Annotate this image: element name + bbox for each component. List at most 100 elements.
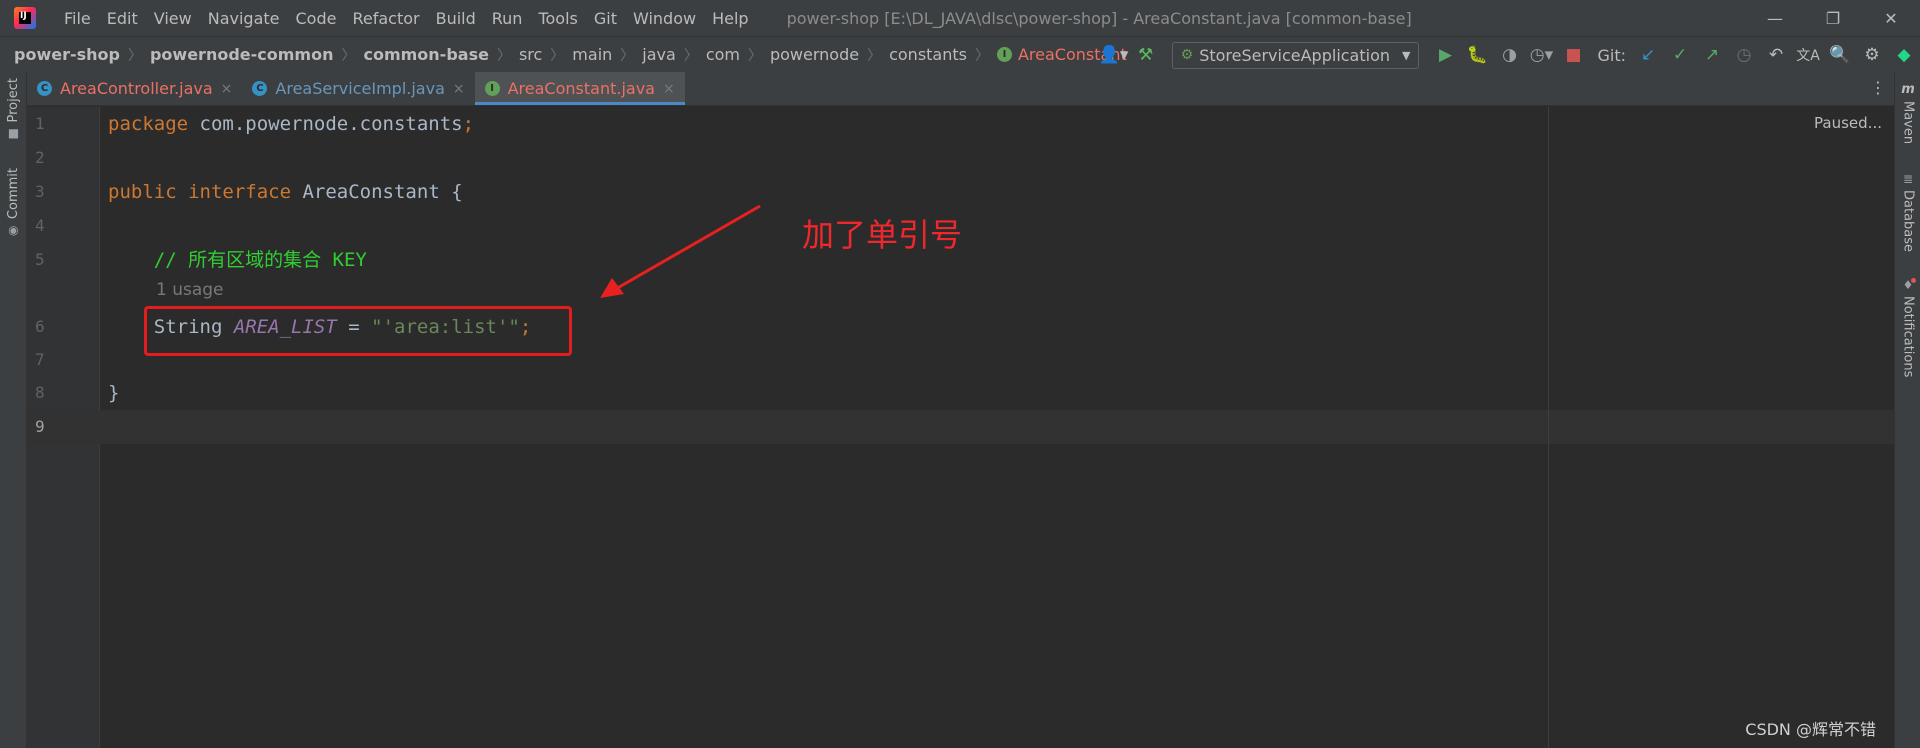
- breadcrumb-module-parent[interactable]: powernode-common: [150, 45, 334, 64]
- code-line-3: public interface AreaConstant {: [108, 175, 463, 209]
- profile-icon[interactable]: ◷▾: [1525, 39, 1557, 71]
- commit-icon: ◉: [8, 223, 19, 238]
- menu-build[interactable]: Build: [428, 9, 484, 28]
- git-label: Git:: [1597, 45, 1626, 65]
- breadcrumb-main[interactable]: main: [572, 45, 612, 64]
- breadcrumb-separator: 〉: [974, 47, 989, 64]
- git-push-icon[interactable]: ↗: [1696, 39, 1728, 71]
- git-update-icon[interactable]: ↙: [1632, 39, 1664, 71]
- usage-hint[interactable]: 1 usage: [156, 280, 224, 300]
- menu-git[interactable]: Git: [586, 9, 625, 28]
- main-menu: File Edit View Navigate Code Refactor Bu…: [56, 9, 757, 28]
- menu-file[interactable]: File: [56, 9, 99, 28]
- interface-icon: I: [484, 81, 500, 96]
- line-number: 7: [35, 350, 45, 369]
- title-bar: IJ File Edit View Navigate Code Refactor…: [0, 0, 1920, 36]
- arrow-shaft: [613, 204, 761, 292]
- menu-edit[interactable]: Edit: [99, 9, 146, 28]
- line-number: 1: [35, 114, 45, 133]
- user-icon[interactable]: 👤▾: [1098, 39, 1130, 71]
- menu-refactor[interactable]: Refactor: [344, 9, 427, 28]
- class-icon: C: [252, 81, 268, 96]
- database-icon: ≣: [1902, 172, 1914, 186]
- window-title: power-shop [E:\DL_JAVA\dlsc\power-shop] …: [786, 8, 1412, 28]
- minimize-button[interactable]: —: [1746, 0, 1804, 36]
- rollback-icon[interactable]: ↶: [1760, 39, 1792, 71]
- keyword: interface: [188, 181, 292, 203]
- close-icon[interactable]: ×: [453, 81, 465, 97]
- tool-window-notifications[interactable]: ♦ Notifications: [1895, 278, 1920, 377]
- breadcrumb-powernode[interactable]: powernode: [770, 45, 859, 64]
- breadcrumb-separator: 〉: [683, 47, 698, 64]
- interface-name: AreaConstant {: [291, 181, 463, 203]
- tool-window-label: Maven: [1900, 101, 1916, 145]
- breadcrumb-java[interactable]: java: [642, 45, 676, 64]
- build-hammer-icon[interactable]: ⚒: [1130, 39, 1162, 71]
- class-icon: C: [37, 81, 52, 96]
- git-commit-icon[interactable]: ✓: [1664, 39, 1696, 71]
- jetbrains-icon[interactable]: ◆: [1888, 39, 1920, 71]
- spring-boot-icon: ⚙: [1180, 47, 1194, 63]
- breadcrumb-separator: 〉: [127, 47, 142, 64]
- more-options-icon[interactable]: ⋮: [1870, 78, 1886, 97]
- notification-dot: [1911, 278, 1917, 283]
- tool-window-project[interactable]: Project ■: [0, 78, 27, 140]
- menu-window[interactable]: Window: [625, 9, 704, 28]
- breadcrumb-com[interactable]: com: [706, 45, 740, 64]
- breadcrumb: power-shop 〉 powernode-common 〉 common-bas…: [14, 45, 1127, 65]
- close-icon[interactable]: ×: [221, 81, 233, 97]
- right-margin-guide: [1548, 107, 1549, 748]
- translate-icon[interactable]: 文A: [1792, 39, 1824, 71]
- tab-area-constant[interactable]: I AreaConstant.java ×: [474, 72, 685, 105]
- history-icon[interactable]: ◷: [1728, 39, 1760, 71]
- line-number: 3: [35, 182, 45, 201]
- breadcrumb-separator: 〉: [747, 47, 762, 64]
- line-number: 2: [35, 148, 45, 167]
- menu-code[interactable]: Code: [288, 9, 345, 28]
- tab-area-service-impl[interactable]: C AreaServiceImpl.java ×: [242, 72, 474, 105]
- close-icon[interactable]: ×: [663, 81, 675, 97]
- debug-icon[interactable]: 🐛: [1461, 39, 1493, 71]
- line-number-current: 9: [35, 417, 45, 436]
- breadcrumb-src[interactable]: src: [519, 45, 542, 64]
- tab-label: AreaController.java: [60, 79, 213, 98]
- run-configuration-select[interactable]: ⚙ StoreServiceApplication ▼: [1171, 41, 1420, 69]
- tool-window-commit[interactable]: Commit ◉: [0, 168, 27, 237]
- tool-window-label: Notifications: [1900, 296, 1916, 378]
- menu-view[interactable]: View: [146, 9, 200, 28]
- caret-row-highlight: [27, 410, 1894, 444]
- menu-navigate[interactable]: Navigate: [200, 9, 288, 28]
- stop-icon[interactable]: ■: [1557, 39, 1589, 71]
- line-number: 5: [35, 250, 45, 269]
- menu-tools[interactable]: Tools: [530, 9, 585, 28]
- close-window-button[interactable]: ✕: [1862, 0, 1920, 36]
- tool-window-database[interactable]: ≣ Database: [1895, 172, 1920, 252]
- comment: KEY: [321, 249, 367, 271]
- tab-area-controller[interactable]: C AreaController.java ×: [27, 72, 242, 105]
- run-configuration-name: StoreServiceApplication: [1199, 45, 1391, 65]
- main-toolbar: 👤▾ ⚒ ⚙ StoreServiceApplication ▼ ▶ 🐛 ◑ ◷…: [1098, 37, 1920, 73]
- watermark: CSDN @辉常不错: [1745, 720, 1876, 739]
- breadcrumb-project[interactable]: power-shop: [14, 45, 120, 64]
- code-line-5: // 所有区域的集合 KEY: [108, 243, 367, 277]
- tool-window-maven[interactable]: m Maven: [1895, 82, 1920, 144]
- comment: 所有区域的集合: [188, 249, 322, 271]
- coverage-icon[interactable]: ◑: [1493, 39, 1525, 71]
- breadcrumb-separator: 〉: [867, 47, 882, 64]
- breadcrumb-separator: 〉: [550, 47, 565, 64]
- restore-button[interactable]: ❐: [1804, 0, 1862, 36]
- breadcrumb-module[interactable]: common-base: [363, 45, 488, 64]
- code-line-1: package com.powernode.constants;: [108, 107, 474, 141]
- menu-run[interactable]: Run: [484, 9, 531, 28]
- left-tool-strip: Project ■ Commit ◉: [0, 72, 27, 748]
- menu-help[interactable]: Help: [704, 9, 756, 28]
- line-number: 6: [35, 317, 45, 336]
- search-icon[interactable]: 🔍: [1824, 39, 1856, 71]
- intellij-logo-icon[interactable]: IJ: [14, 7, 36, 29]
- run-icon[interactable]: ▶: [1429, 39, 1461, 71]
- settings-icon[interactable]: ⚙: [1856, 39, 1888, 71]
- logo-text: IJ: [20, 11, 27, 21]
- breadcrumb-separator: 〉: [341, 47, 356, 64]
- breadcrumb-constants[interactable]: constants: [889, 45, 967, 64]
